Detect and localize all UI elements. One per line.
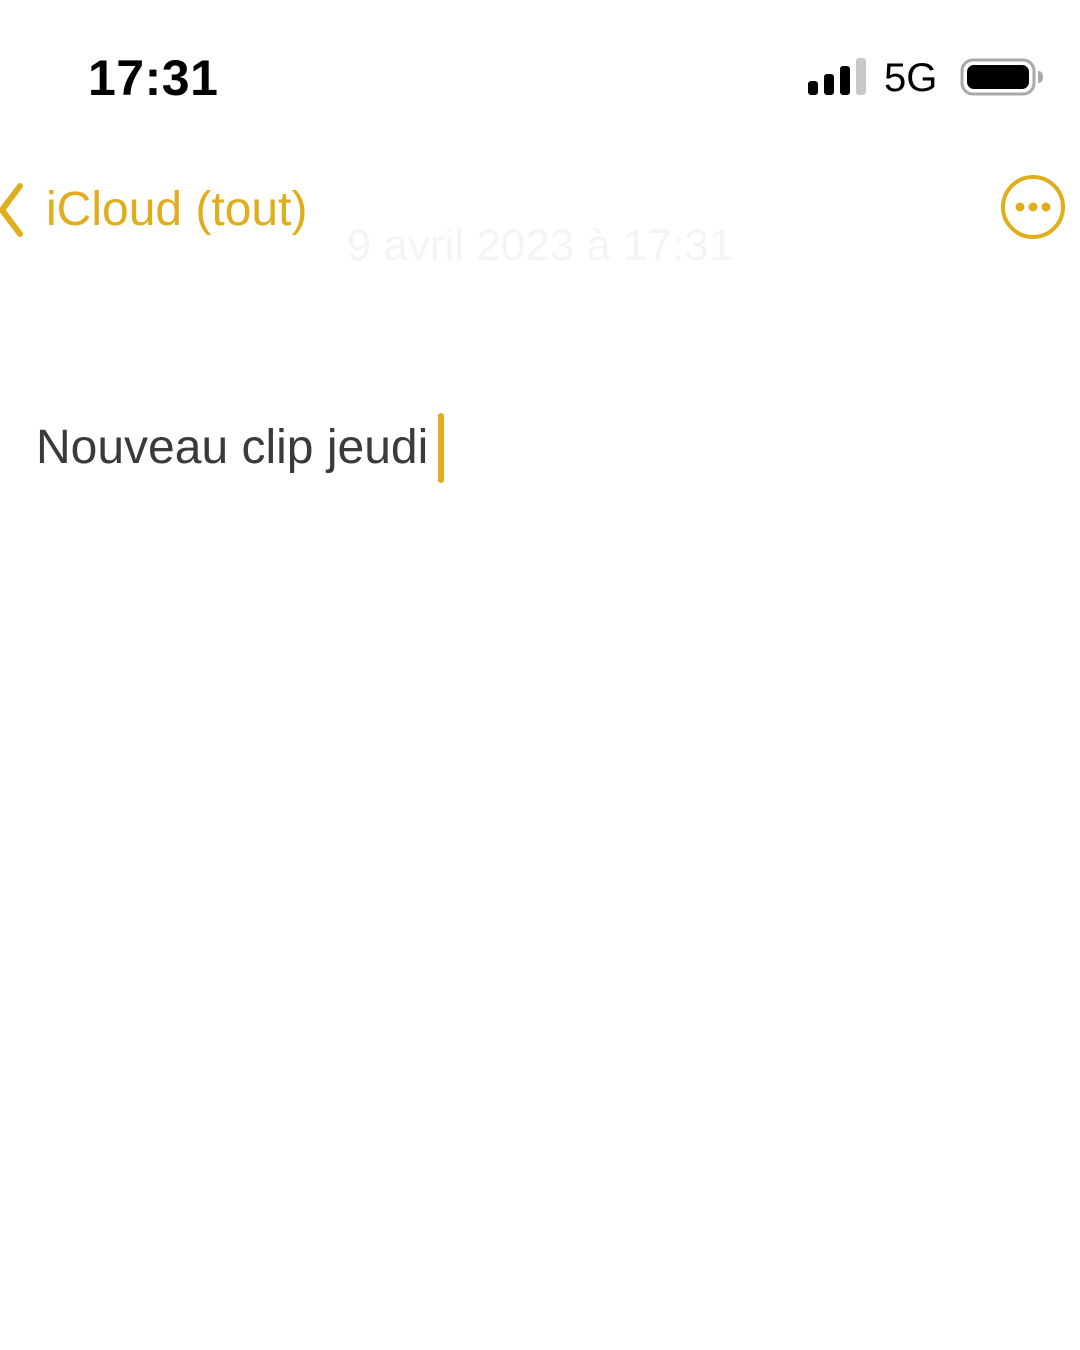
note-text[interactable]: Nouveau clip jeudi	[36, 420, 428, 476]
battery-icon	[960, 58, 1043, 96]
ellipsis-circle-icon[interactable]	[1000, 174, 1066, 240]
note-date: 9 avril 2023 à 17:31	[0, 220, 1080, 272]
note-editor[interactable]: Nouveau clip jeudi	[36, 408, 1044, 488]
cellular-signal-icon	[808, 58, 866, 95]
text-cursor	[438, 413, 445, 483]
navigation-bar: iCloud (tout) 9 avril 2023 à 17:31	[0, 160, 1080, 270]
network-type-label: 5G	[884, 56, 938, 100]
status-bar: 17:31 5G	[0, 0, 1080, 150]
status-time: 17:31	[88, 50, 219, 106]
